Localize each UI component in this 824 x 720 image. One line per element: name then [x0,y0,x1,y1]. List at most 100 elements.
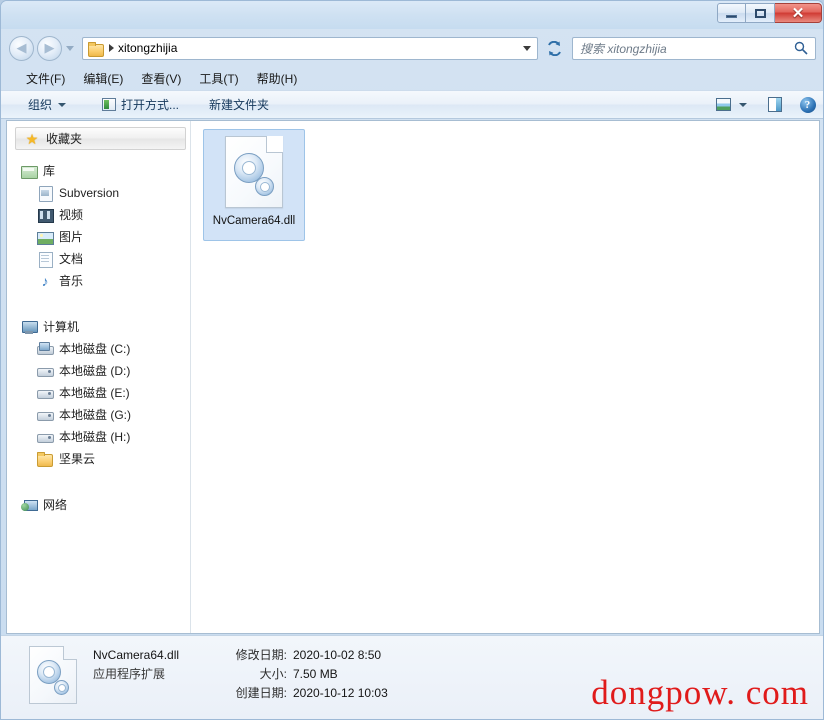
details-modified-value: 2020-10-02 8:50 [293,648,382,662]
details-pane: NvCamera64.dll 应用程序扩展 修改日期: 2020-10-02 8… [1,635,823,719]
sidebar-item-label: 收藏夹 [46,131,83,146]
sidebar-item-label: 文档 [59,252,84,266]
sidebar-item-network[interactable]: 网络 [7,494,190,516]
hard-drive-icon [37,429,54,445]
details-row-size: 大小: 7.50 MB [211,665,388,684]
sidebar-item-library[interactable]: 库 [7,160,190,182]
sidebar-item-label: 本地磁盘 (G:) [59,408,131,422]
breadcrumb-path[interactable]: xitongzhijia [118,41,177,55]
back-button[interactable]: ◀ [9,35,34,61]
subversion-icon [37,185,53,202]
sidebar-item-label: 本地磁盘 (E:) [59,386,130,400]
folder-icon [88,41,104,57]
recent-pages-chevron-icon[interactable] [66,45,74,51]
help-icon: ? [799,96,816,113]
change-view-button[interactable] [712,94,735,115]
new-folder-label: 新建文件夹 [209,98,270,112]
chevron-down-icon [58,102,67,107]
maximize-button[interactable] [746,3,775,23]
back-icon: ◀ [16,40,27,55]
new-folder-button[interactable]: 新建文件夹 [200,92,278,117]
sidebar-item-label: 视频 [59,208,84,222]
sidebar-item-subversion[interactable]: Subversion [7,182,190,204]
sidebar-item-computer[interactable]: 计算机 [7,316,190,338]
sidebar-item-label: 本地磁盘 (C:) [59,342,131,356]
open-with-button[interactable]: 打开方式... [93,92,188,117]
minimize-button[interactable] [717,3,746,23]
address-bar-row: ◀ ▶ xitongzhijia 搜索 xitongzhijia [1,31,823,65]
address-input[interactable]: xitongzhijia [82,36,538,60]
computer-icon [21,319,38,335]
search-icon [794,41,808,55]
change-view-dropdown[interactable] [735,94,751,115]
menu-item-view[interactable]: 查看(V) [132,68,190,89]
menu-item-help[interactable]: 帮助(H) [248,68,307,89]
details-row-modified: 修改日期: 2020-10-02 8:50 [211,646,388,665]
sidebar-group-library: 库 Subversion 视频 图片 文档 ♪ 音乐 [7,160,190,292]
menu-item-file[interactable]: 文件(F) [17,68,74,89]
breadcrumb-separator-icon [109,44,114,52]
toolbar-right-group: ? [712,94,819,115]
chevron-down-icon[interactable] [523,45,531,51]
sidebar-item-documents[interactable]: 文档 [7,248,190,270]
details-row-created: 创建日期: 2020-10-12 10:03 [211,684,388,703]
organize-button[interactable]: 组织 [19,92,75,117]
star-icon: ★ [25,130,39,147]
sidebar-item-drive-c[interactable]: 本地磁盘 (C:) [7,338,190,360]
file-item[interactable]: NvCamera64.dll [203,129,305,241]
file-name-label: NvCamera64.dll [212,215,296,227]
search-input[interactable]: 搜索 xitongzhijia [572,36,816,60]
details-file-type: 应用程序扩展 [93,667,166,681]
menu-item-edit[interactable]: 编辑(E) [74,68,132,89]
sidebar-item-nutstore[interactable]: 坚果云 [7,448,190,470]
sidebar-item-drive-e[interactable]: 本地磁盘 (E:) [7,382,190,404]
details-modified-key: 修改日期: [235,648,287,662]
preview-pane-button[interactable] [763,94,786,115]
chevron-down-icon [739,102,747,107]
main-content: ★ 收藏夹 库 Subversion 视频 图片 文档 ♪ 音乐 计算机 本地磁… [6,120,820,634]
library-icon [21,163,38,179]
search-placeholder: 搜索 xitongzhijia [580,41,667,56]
sidebar-item-drive-d[interactable]: 本地磁盘 (D:) [7,360,190,382]
details-properties-column: 修改日期: 2020-10-02 8:50 大小: 7.50 MB 创建日期: … [211,646,388,703]
sidebar-item-label: 本地磁盘 (H:) [59,430,131,444]
preview-pane-icon [767,97,782,112]
sidebar-item-favorites[interactable]: ★ 收藏夹 [15,127,186,150]
sidebar-item-videos[interactable]: 视频 [7,204,190,226]
close-icon: ✕ [791,4,805,22]
sidebar-item-drive-h[interactable]: 本地磁盘 (H:) [7,426,190,448]
music-note-icon: ♪ [41,273,49,289]
hard-drive-icon [37,407,54,423]
details-size-value: 7.50 MB [293,667,338,681]
close-button[interactable]: ✕ [775,3,822,23]
details-created-value: 2020-10-12 10:03 [293,686,388,700]
forward-icon: ▶ [44,40,55,55]
help-button[interactable]: ? [796,94,819,115]
sidebar-item-drive-g[interactable]: 本地磁盘 (G:) [7,404,190,426]
network-icon [21,497,38,513]
gear-tooth [216,144,244,183]
sidebar-item-music[interactable]: ♪ 音乐 [7,270,190,292]
sidebar-item-label: 计算机 [43,320,80,334]
gear-icon-small [243,171,277,196]
gear-tooth [51,685,72,690]
refresh-button[interactable] [543,37,566,60]
gear-icon-small [44,675,72,695]
explorer-window: ✕ ◀ ▶ xitongzhijia 搜索 xitongzhijia 文件(F)… [0,0,824,720]
dll-file-icon [216,136,283,208]
navigation-pane: ★ 收藏夹 库 Subversion 视频 图片 文档 ♪ 音乐 计算机 本地磁… [7,121,191,633]
page-fold-icon [266,136,283,153]
sidebar-item-label: Subversion [59,186,120,200]
details-file-icon [22,646,77,704]
sidebar-item-pictures[interactable]: 图片 [7,226,190,248]
details-file-name: NvCamera64.dll [93,648,180,662]
view-icon [716,98,731,111]
forward-button[interactable]: ▶ [37,35,62,61]
menu-item-tools[interactable]: 工具(T) [190,68,247,89]
file-list[interactable]: NvCamera64.dll [191,121,819,633]
navigation-buttons: ◀ ▶ [9,35,74,61]
video-icon [37,207,54,223]
